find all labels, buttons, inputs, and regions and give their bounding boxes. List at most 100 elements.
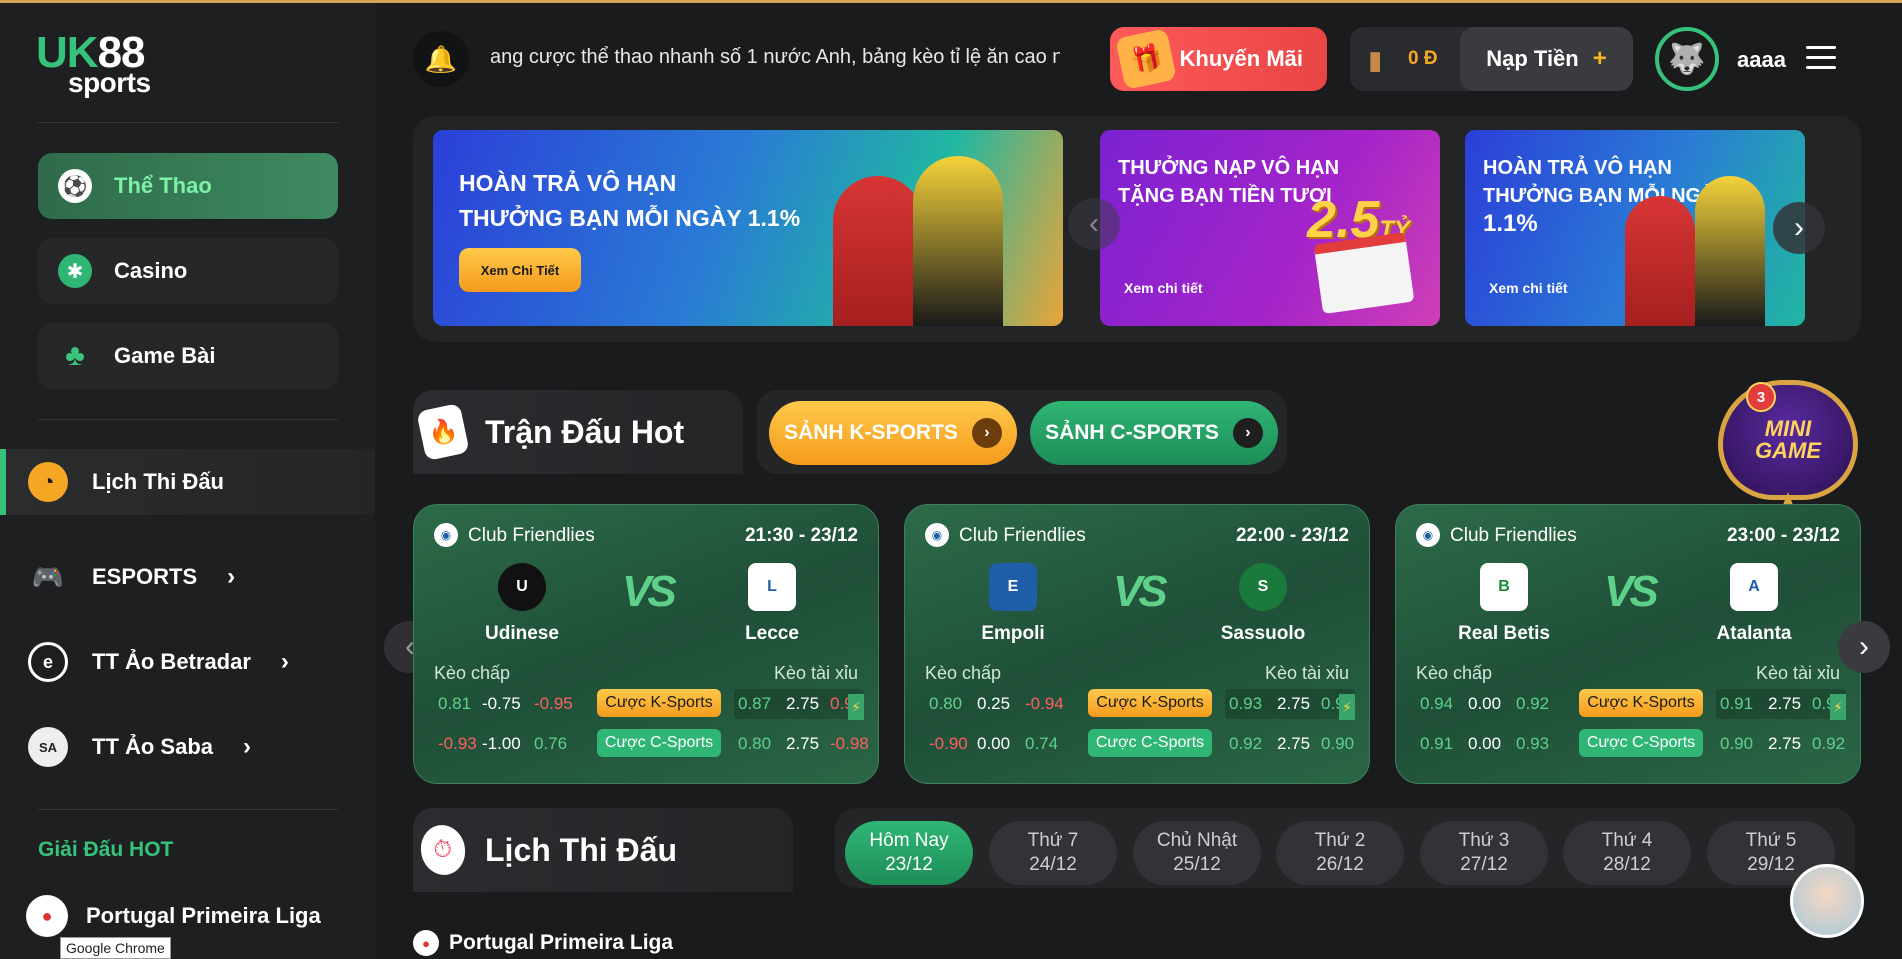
nav-sports[interactable]: ⚽ Thể Thao <box>38 153 338 219</box>
away-team: Atalanta <box>1716 623 1792 644</box>
match-card[interactable]: ◉ Club Friendlies 22:00 - 23/12 E S Empo… <box>904 504 1370 784</box>
match-time: 22:00 - 23/12 <box>1235 525 1349 546</box>
nav-schedule-label: Lịch Thi Đấu <box>92 469 224 494</box>
day-tabs: Hôm Nay 23/12 Thứ 7 24/12 Chủ Nhật 25/12 Th… <box>835 808 1855 888</box>
odds-row: 0.91 0.00 0.93 Cược C-Sports 0.90 2.75 0.9… <box>1416 729 1846 759</box>
carousel-next-icon[interactable]: › <box>1773 202 1825 254</box>
odds-value[interactable]: -0.94 <box>1025 694 1064 714</box>
league-group-title[interactable]: ● Portugal Primeira Liga <box>413 930 673 956</box>
nav-casino[interactable]: ✱ Casino <box>38 238 338 304</box>
k-sports-lobby-button[interactable]: SẢNH K-SPORTS › <box>769 401 1017 465</box>
odds-value[interactable]: 0.87 <box>738 694 771 714</box>
divider <box>38 809 338 810</box>
schedule-title: Lịch Thi Đấu <box>485 831 677 868</box>
odds-value[interactable]: 0.80 <box>929 694 962 714</box>
day-name: Thứ 7 <box>1027 830 1079 851</box>
divider <box>38 122 338 123</box>
bet-k-sports-button[interactable]: Cược K-Sports <box>1088 689 1212 717</box>
odds-value[interactable]: 0.94 <box>1420 694 1453 714</box>
odds-value[interactable]: 0.91 <box>1420 734 1453 754</box>
handicap-value: 0.00 <box>977 734 1011 753</box>
odds-value[interactable]: -0.90 <box>929 734 968 754</box>
odds-value[interactable]: 0.92 <box>1229 734 1262 754</box>
players-image <box>1615 146 1775 326</box>
match-card[interactable]: ◉ Club Friendlies 23:00 - 23/12 B A Real… <box>1395 504 1861 784</box>
odds-value[interactable]: 0.91 <box>1720 694 1753 714</box>
odds-value[interactable]: 0.92 <box>1516 694 1549 714</box>
vs-label: VS <box>1604 567 1659 616</box>
schedule-heading: ⏱ Lịch Thi Đấu <box>413 808 793 892</box>
c-sports-lobby-button[interactable]: SẢNH C-SPORTS › <box>1030 401 1278 465</box>
matches-next-icon[interactable]: › <box>1838 621 1890 673</box>
tab-day[interactable]: Thứ 4 28/12 <box>1563 821 1691 885</box>
bet-c-sports-button[interactable]: Cược C-Sports <box>597 729 721 757</box>
chevron-right-icon: › <box>971 418 1002 448</box>
support-chat-avatar[interactable] <box>1790 864 1864 938</box>
odds-row: 0.94 0.00 0.92 Cược K-Sports 0.91 2.75 0.9… <box>1416 689 1846 720</box>
chevron-right-icon: › <box>1232 418 1263 448</box>
roulette-icon: ✱ <box>58 254 92 288</box>
banner-detail-button[interactable]: Xem Chi Tiết <box>459 248 581 292</box>
match-card[interactable]: ◉ Club Friendlies 21:30 - 23/12 U L Udin… <box>413 504 879 784</box>
nav-saba[interactable]: SA TT Ảo Saba › <box>0 714 375 780</box>
nav-esports-label: ESPORTS <box>92 564 198 589</box>
odds-value[interactable]: 0.92 <box>1812 734 1845 754</box>
banner-line: THƯỞNG BẠN MỖI NGÀY 1.1% <box>459 205 801 231</box>
fire-icon: 🔥 <box>416 402 470 462</box>
promo-banner[interactable]: HOÀN TRẢ VÔ HẠN THƯỞNG BẠN MỖI NGÀY 1.1% X… <box>1465 130 1805 326</box>
match-time: 21:30 - 23/12 <box>744 525 858 546</box>
tab-day[interactable]: Hôm Nay 23/12 <box>845 821 973 885</box>
banner-detail-link[interactable]: Xem chi tiết <box>1124 280 1203 296</box>
promo-banner[interactable]: THƯỞNG NẠP VÔ HẠN TẶNG BẠN TIỀN TƯƠI 2.5T… <box>1100 130 1440 326</box>
bet-k-sports-button[interactable]: Cược K-Sports <box>597 689 721 717</box>
match-league: Club Friendlies <box>959 525 1086 546</box>
schedule-ball-icon: ◔ <box>28 462 68 502</box>
day-name: Chủ Nhật <box>1156 830 1238 851</box>
bell-icon[interactable]: 🔔 <box>413 31 469 87</box>
tab-day[interactable]: Thứ 7 24/12 <box>989 821 1117 885</box>
carousel-prev-icon[interactable]: ‹ <box>1068 198 1120 250</box>
odds-value[interactable]: 0.93 <box>1229 694 1262 714</box>
nav-card-games[interactable]: ♣ Game Bài <box>38 323 338 389</box>
chevron-right-icon: › <box>227 563 236 590</box>
hot-leagues-title: Giải Đấu HOT <box>38 838 174 861</box>
odds-value[interactable]: 0.81 <box>438 694 471 714</box>
promo-banner[interactable]: HOÀN TRẢ VÔ HẠN THƯỞNG BẠN MỖI NGÀY 1.1% … <box>433 130 1063 326</box>
uk88-logo[interactable]: UK88 sports <box>36 31 176 99</box>
match-league: Club Friendlies <box>468 525 595 546</box>
tab-day[interactable]: Thứ 3 27/12 <box>1420 821 1548 885</box>
minigame-badge: 3 <box>1746 382 1776 412</box>
day-name: Hôm Nay <box>869 830 949 851</box>
league-logo-icon: ◉ <box>1416 523 1440 547</box>
odds-value[interactable]: 0.80 <box>738 734 771 754</box>
team-logo-icon: S <box>1239 563 1287 611</box>
nav-esports[interactable]: 🎮 ESPORTS › <box>0 544 375 610</box>
bet-c-sports-button[interactable]: Cược C-Sports <box>1579 729 1703 757</box>
odds-value[interactable]: 0.90 <box>1321 734 1354 754</box>
odds-value[interactable]: -0.95 <box>534 694 573 714</box>
tab-day[interactable]: Chủ Nhật 25/12 <box>1133 821 1261 885</box>
nav-schedule[interactable]: ◔ Lịch Thi Đấu <box>0 449 375 515</box>
odds-value[interactable]: -0.93 <box>438 734 477 754</box>
hamburger-menu-icon[interactable] <box>1806 46 1836 72</box>
odds-row: -0.93 -1.00 0.76 Cược C-Sports 0.80 2.75-… <box>434 729 869 759</box>
promotion-button[interactable]: 🎁 Khuyến Mãi <box>1110 27 1327 91</box>
odds-value[interactable]: 0.93 <box>1516 734 1549 754</box>
vs-label: VS <box>622 567 677 616</box>
nav-saba-label: TT Ảo Saba <box>92 734 214 759</box>
bet-c-sports-button[interactable]: Cược C-Sports <box>1088 729 1212 757</box>
odds-value[interactable]: 0.74 <box>1025 734 1058 754</box>
balance-value: 0 Đ <box>1408 48 1438 69</box>
hot-league-item[interactable]: ● Portugal Primeira Liga <box>26 895 321 937</box>
deposit-button[interactable]: Nạp Tiền + <box>1460 27 1633 91</box>
odds-value[interactable]: 0.76 <box>534 734 567 754</box>
odds-value[interactable]: 0.90 <box>1720 734 1753 754</box>
bet-k-sports-button[interactable]: Cược K-Sports <box>1579 689 1703 717</box>
user-avatar[interactable]: 🐺 <box>1655 27 1719 91</box>
username[interactable]: aaaa <box>1737 47 1786 73</box>
nav-betradar[interactable]: e TT Ảo Betradar › <box>0 629 375 695</box>
banner-detail-link[interactable]: Xem chi tiết <box>1489 280 1568 296</box>
odds-value[interactable]: -0.98 <box>830 734 869 754</box>
announcement-marquee: ang cược thể thao nhanh số 1 nước Anh, b… <box>490 46 1060 68</box>
tab-day[interactable]: Thứ 2 26/12 <box>1276 821 1404 885</box>
